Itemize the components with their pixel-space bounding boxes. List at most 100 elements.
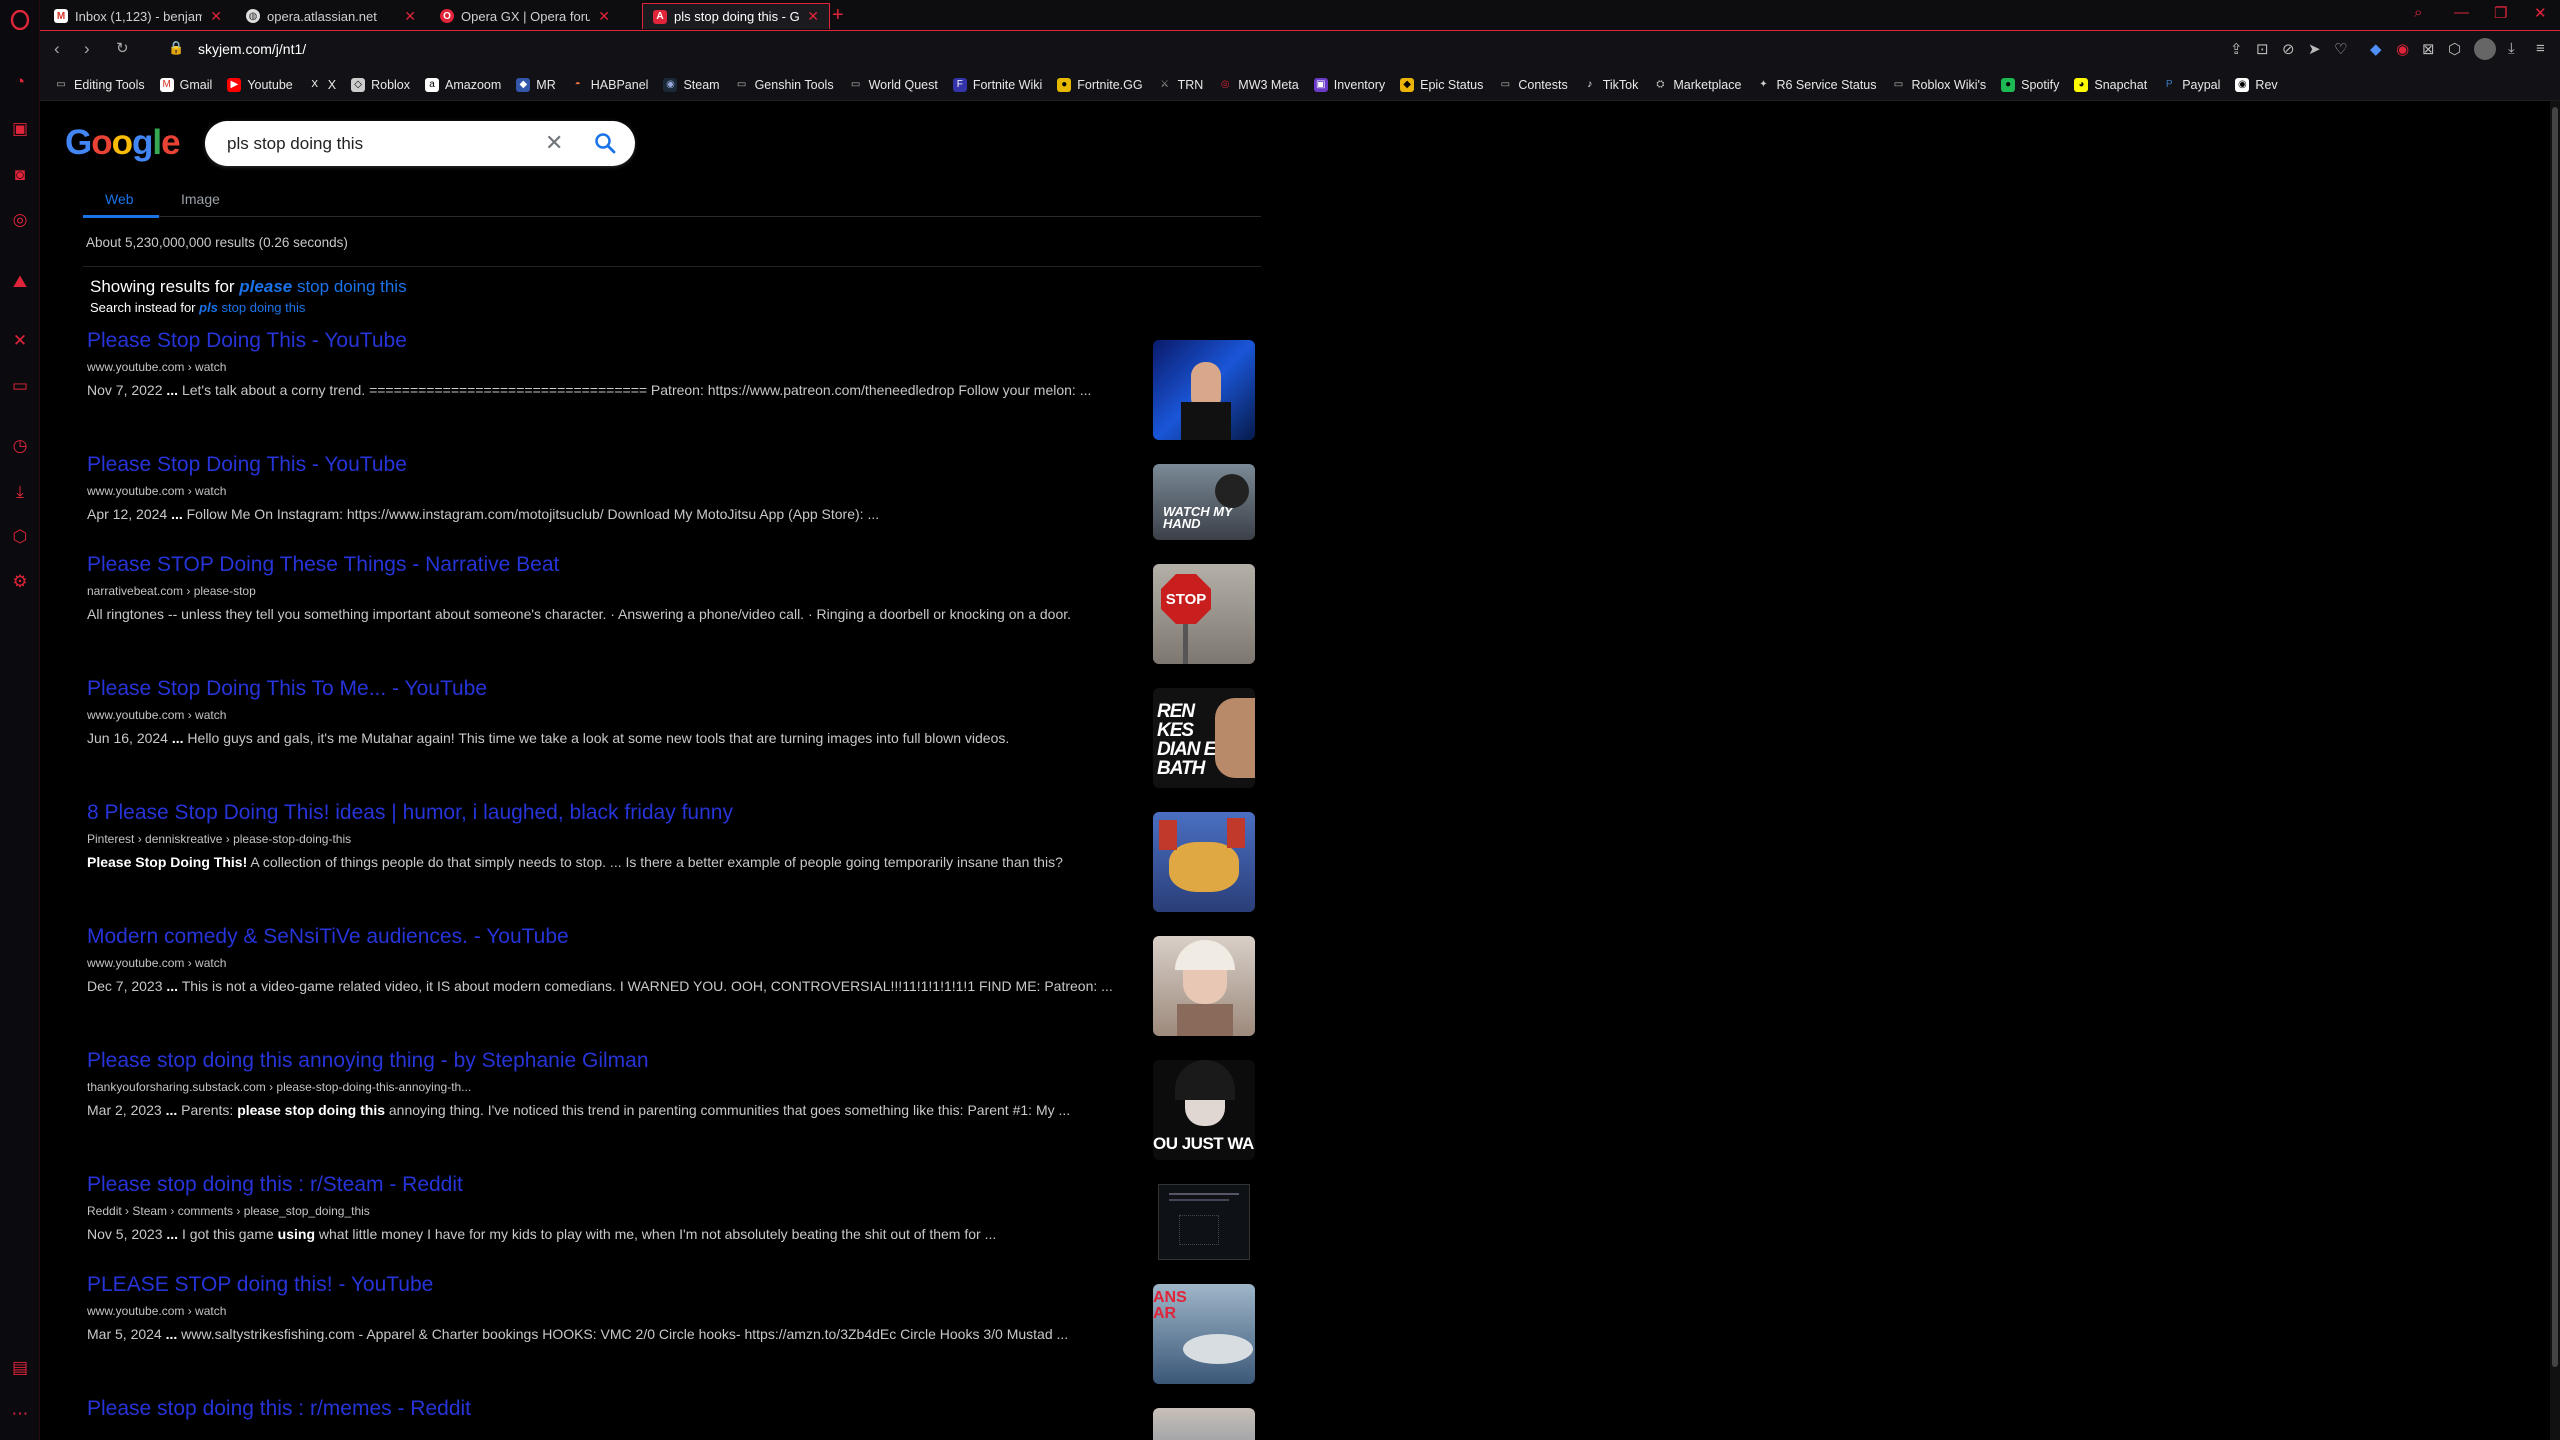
extension-3-icon[interactable]: ⊠ <box>2422 40 2435 58</box>
bookmark-steam[interactable]: ◉ Steam <box>663 77 720 92</box>
bookmark-amazoom[interactable]: a Amazoom <box>425 77 501 92</box>
scrollbar-thumb[interactable] <box>2552 107 2558 1367</box>
result-title-link[interactable]: PLEASE STOP doing this! - YouTube <box>87 1273 1267 1297</box>
extensions-icon[interactable]: ⬡ <box>2448 40 2461 58</box>
tab-close-icon[interactable]: ✕ <box>404 8 416 25</box>
bookmark-youtube[interactable]: ▶ Youtube <box>227 77 293 92</box>
result-title-link[interactable]: Please stop doing this : r/memes - Reddi… <box>87 1397 1267 1421</box>
share-icon[interactable]: ⇪ <box>2230 40 2243 58</box>
tab-close-icon[interactable]: ✕ <box>807 8 819 25</box>
bookmark-epic-status[interactable]: ◆ Epic Status <box>1400 77 1483 92</box>
result-title-link[interactable]: Please stop doing this annoying thing - … <box>87 1049 1267 1073</box>
result-thumbnail[interactable]: REN KES DIAN E BATH <box>1153 688 1255 788</box>
result-thumbnail[interactable]: ANS AR <box>1153 1284 1255 1384</box>
back-icon[interactable]: ‹ <box>54 39 60 59</box>
bookmark-rev[interactable]: ◉ Rev <box>2235 77 2278 92</box>
bookmark-fortnite-gg[interactable]: ● Fortnite.GG <box>1057 77 1143 92</box>
gx-corner-icon[interactable]: ⛰ <box>8 270 32 294</box>
result-thumbnail[interactable]: OU JUST WA <box>1153 1060 1255 1160</box>
instagram-icon[interactable]: ◎ <box>8 208 32 232</box>
tab-close-icon[interactable]: ✕ <box>210 8 222 25</box>
speed-dial-icon[interactable]: ◔ <box>8 70 32 94</box>
x-twitter-icon[interactable]: ✕ <box>8 329 32 353</box>
tab-image[interactable]: Image <box>181 191 220 207</box>
restore-icon[interactable]: ❐ <box>2494 4 2507 22</box>
bookmark-inventory[interactable]: ▣ Inventory <box>1313 77 1385 92</box>
forward-icon[interactable]: › <box>84 39 90 59</box>
result-thumbnail[interactable]: WATCH MY HAND <box>1153 464 1255 540</box>
bookmark-mr[interactable]: ◆ MR <box>516 77 556 92</box>
bookmark-snapchat[interactable]: ◕ Snapchat <box>2074 77 2147 92</box>
tab-web[interactable]: Web <box>105 191 134 207</box>
extension-1-icon[interactable]: ◆ <box>2370 40 2382 58</box>
new-tab-button[interactable]: + <box>832 4 844 27</box>
bookmark-marketplace[interactable]: ⛭ Marketplace <box>1653 78 1741 92</box>
original-query-link[interactable]: pls stop doing this <box>199 300 305 315</box>
clear-icon[interactable]: ✕ <box>545 130 563 156</box>
bookmark-habpanel[interactable]: ◓ HABPanel <box>571 78 649 92</box>
downloads-icon[interactable]: ⤓ <box>8 480 32 504</box>
reload-icon[interactable]: ↻ <box>116 39 129 57</box>
bookmark-genshin-tools[interactable]: ▭ Genshin Tools <box>735 78 834 92</box>
corrected-query-link[interactable]: please stop doing this <box>239 277 406 296</box>
result-title-link[interactable]: Please stop doing this : r/Steam - Reddi… <box>87 1173 1267 1197</box>
page-scrollbar[interactable] <box>2550 101 2560 1440</box>
bookmark-roblox[interactable]: ◇ Roblox <box>351 77 410 92</box>
extension-2-icon[interactable]: ◉ <box>2396 40 2409 58</box>
twitch-icon[interactable]: ◙ <box>8 163 32 187</box>
menu-icon[interactable]: ≡ <box>2536 40 2545 57</box>
bookmark-tiktok[interactable]: ♪ TikTok <box>1583 78 1638 92</box>
result-title-link[interactable]: Please STOP Doing These Things - Narrati… <box>87 553 1267 577</box>
tab-atlassian[interactable]: ◍ opera.atlassian.net ✕ <box>236 3 426 29</box>
result-thumbnail[interactable] <box>1153 1408 1255 1440</box>
minimize-icon[interactable]: — <box>2454 4 2469 21</box>
adblock-icon[interactable]: ⊘ <box>2282 40 2295 58</box>
result-thumbnail[interactable]: STOP <box>1153 564 1255 664</box>
close-window-icon[interactable]: ✕ <box>2534 4 2547 22</box>
bookmark-editing-tools[interactable]: ▭ Editing Tools <box>54 78 144 92</box>
bookmark-roblox-wiki-s[interactable]: ▭ Roblox Wiki's <box>1892 78 1986 92</box>
tab-opera-forums[interactable]: O Opera GX | Opera forums ✕ <box>430 3 620 29</box>
send-icon[interactable]: ➤ <box>2308 40 2321 58</box>
tab-gmail[interactable]: M Inbox (1,123) - benjaminla ✕ <box>44 3 232 29</box>
bookmark-x[interactable]: XX <box>308 78 336 92</box>
bookmark-world-quest[interactable]: ▭ World Quest <box>849 78 938 92</box>
search-tabs-icon[interactable]: ⌕ <box>2414 4 2422 21</box>
result-title-link[interactable]: 8 Please Stop Doing This! ideas | humor,… <box>87 801 1267 825</box>
history-icon[interactable]: ◷ <box>8 434 32 458</box>
bookmark-mw3-meta[interactable]: ◎ MW3 Meta <box>1218 78 1299 92</box>
result-thumbnail[interactable] <box>1153 936 1255 1036</box>
download-icon[interactable]: ⤓ <box>2508 40 2515 57</box>
url-field[interactable]: skyjem.com/j/nt1/ <box>198 41 306 57</box>
shopping-icon[interactable]: ▣ <box>8 117 32 141</box>
bookmark-trn[interactable]: ⚔ TRN <box>1158 78 1203 92</box>
bookmark-fortnite-wiki[interactable]: F Fortnite Wiki <box>952 77 1042 92</box>
messenger-icon[interactable]: ▭ <box>8 374 32 398</box>
search-input[interactable] <box>227 121 527 166</box>
bookmark-gmail[interactable]: M Gmail <box>159 77 212 92</box>
tab-close-icon[interactable]: ✕ <box>598 8 610 25</box>
wallpaper-icon[interactable]: ▤ <box>8 1356 32 1380</box>
more-icon[interactable]: ⋯ <box>8 1402 32 1426</box>
result-title-link[interactable]: Modern comedy & SeNsiTiVe audiences. - Y… <box>87 925 1267 949</box>
extensions-icon[interactable]: ⬡ <box>8 525 32 549</box>
bookmark-heart-icon[interactable]: ♡ <box>2334 40 2347 58</box>
bookmark-spotify[interactable]: ● Spotify <box>2001 77 2059 92</box>
google-logo[interactable]: Google <box>65 123 181 163</box>
result-thumbnail[interactable] <box>1153 1184 1255 1260</box>
opera-logo-icon[interactable] <box>8 8 32 32</box>
lock-icon[interactable]: 🔒 <box>168 40 184 56</box>
tab-google-search[interactable]: A pls stop doing this - Googl ✕ <box>642 3 830 29</box>
bookmark-r6-service-status[interactable]: ✦ R6 Service Status <box>1756 78 1876 92</box>
snapshot-icon[interactable]: ⊡ <box>2256 40 2269 58</box>
result-title-link[interactable]: Please Stop Doing This - YouTube <box>87 453 1267 477</box>
bookmark-contests[interactable]: ▭ Contests <box>1498 78 1568 92</box>
search-icon[interactable] <box>593 131 617 155</box>
result-title-link[interactable]: Please Stop Doing This - YouTube <box>87 329 1267 353</box>
settings-icon[interactable]: ⚙ <box>8 570 32 594</box>
avatar[interactable] <box>2474 38 2496 60</box>
result-thumbnail[interactable] <box>1153 340 1255 440</box>
result-title-link[interactable]: Please Stop Doing This To Me... - YouTub… <box>87 677 1267 701</box>
bookmark-paypal[interactable]: P Paypal <box>2162 78 2221 92</box>
result-thumbnail[interactable] <box>1153 812 1255 912</box>
